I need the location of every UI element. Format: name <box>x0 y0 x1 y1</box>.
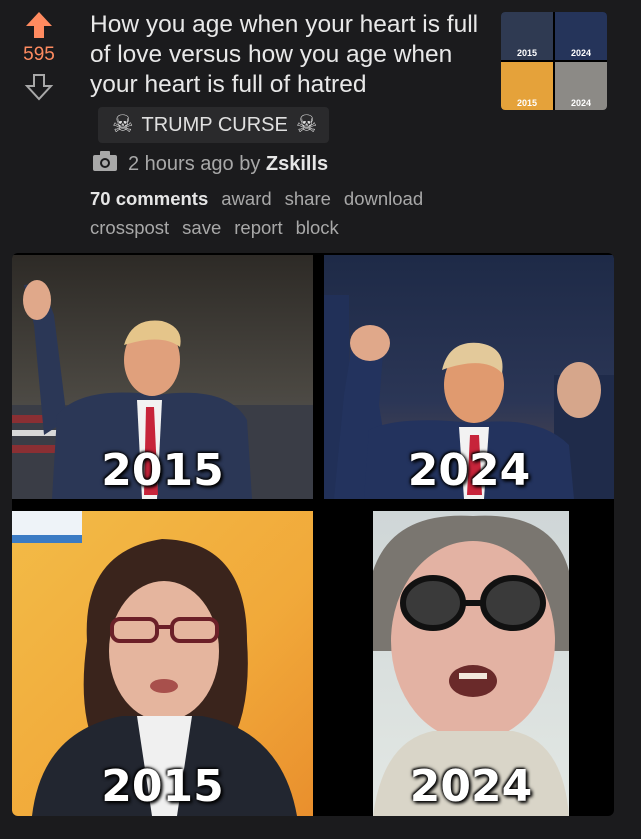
post-image[interactable]: 2015 2024 2015 2024 <box>12 253 614 816</box>
downvote-arrow-icon[interactable] <box>24 72 54 102</box>
save-link[interactable]: save <box>182 217 221 239</box>
photo-panel-2015-man: 2015 <box>12 255 313 499</box>
year-label: 2015 <box>101 445 224 496</box>
year-label: 2015 <box>101 761 224 812</box>
thumbnail-cell: 2024 <box>555 62 607 110</box>
vote-score: 595 <box>23 44 55 65</box>
download-link[interactable]: download <box>344 188 423 210</box>
post-meta: 2 hours ago by Zskills <box>92 150 328 178</box>
comments-link[interactable]: 70 comments <box>90 188 208 210</box>
vote-column: 595 <box>14 10 64 102</box>
photo-panel-2024-woman: 2024 <box>373 511 569 816</box>
thumbnail-label: 2024 <box>570 48 592 58</box>
thumbnail-label: 2024 <box>570 98 592 108</box>
post-thumbnail[interactable]: 2015 2024 2015 2024 <box>501 12 607 110</box>
report-link[interactable]: report <box>234 217 282 239</box>
block-link[interactable]: block <box>296 217 339 239</box>
post-title[interactable]: How you age when your heart is full of l… <box>90 10 490 100</box>
post-time: 2 hours ago by <box>128 152 261 175</box>
year-label: 2024 <box>407 445 531 496</box>
thumbnail-label: 2015 <box>516 48 538 58</box>
thumbnail-label: 2015 <box>516 98 538 108</box>
post-author[interactable]: Zskills <box>266 153 328 175</box>
flair-label: TRUMP CURSE <box>141 113 288 136</box>
reddit-post: 595 How you age when your heart is full … <box>0 0 641 839</box>
award-link[interactable]: award <box>221 188 271 210</box>
year-label: 2024 <box>409 761 533 812</box>
share-link[interactable]: share <box>285 188 331 210</box>
upvote-arrow-icon[interactable] <box>24 10 54 40</box>
thumbnail-cell: 2015 <box>501 62 553 110</box>
post-flair[interactable]: ☠ TRUMP CURSE ☠ <box>98 107 330 143</box>
photo-panel-2024-man: 2024 <box>324 255 614 499</box>
skull-crossbones-icon: ☠ <box>112 111 134 138</box>
thumbnail-cell: 2015 <box>501 12 553 60</box>
thumbnail-cell: 2024 <box>555 12 607 60</box>
post-actions-row-1: 70 comments award share download <box>90 188 423 210</box>
skull-crossbones-icon: ☠ <box>295 111 318 138</box>
post-actions-row-2: crosspost save report block <box>90 217 339 239</box>
camera-icon <box>92 150 118 178</box>
photo-panel-2015-woman: 2015 <box>12 511 313 816</box>
crosspost-link[interactable]: crosspost <box>90 217 169 239</box>
